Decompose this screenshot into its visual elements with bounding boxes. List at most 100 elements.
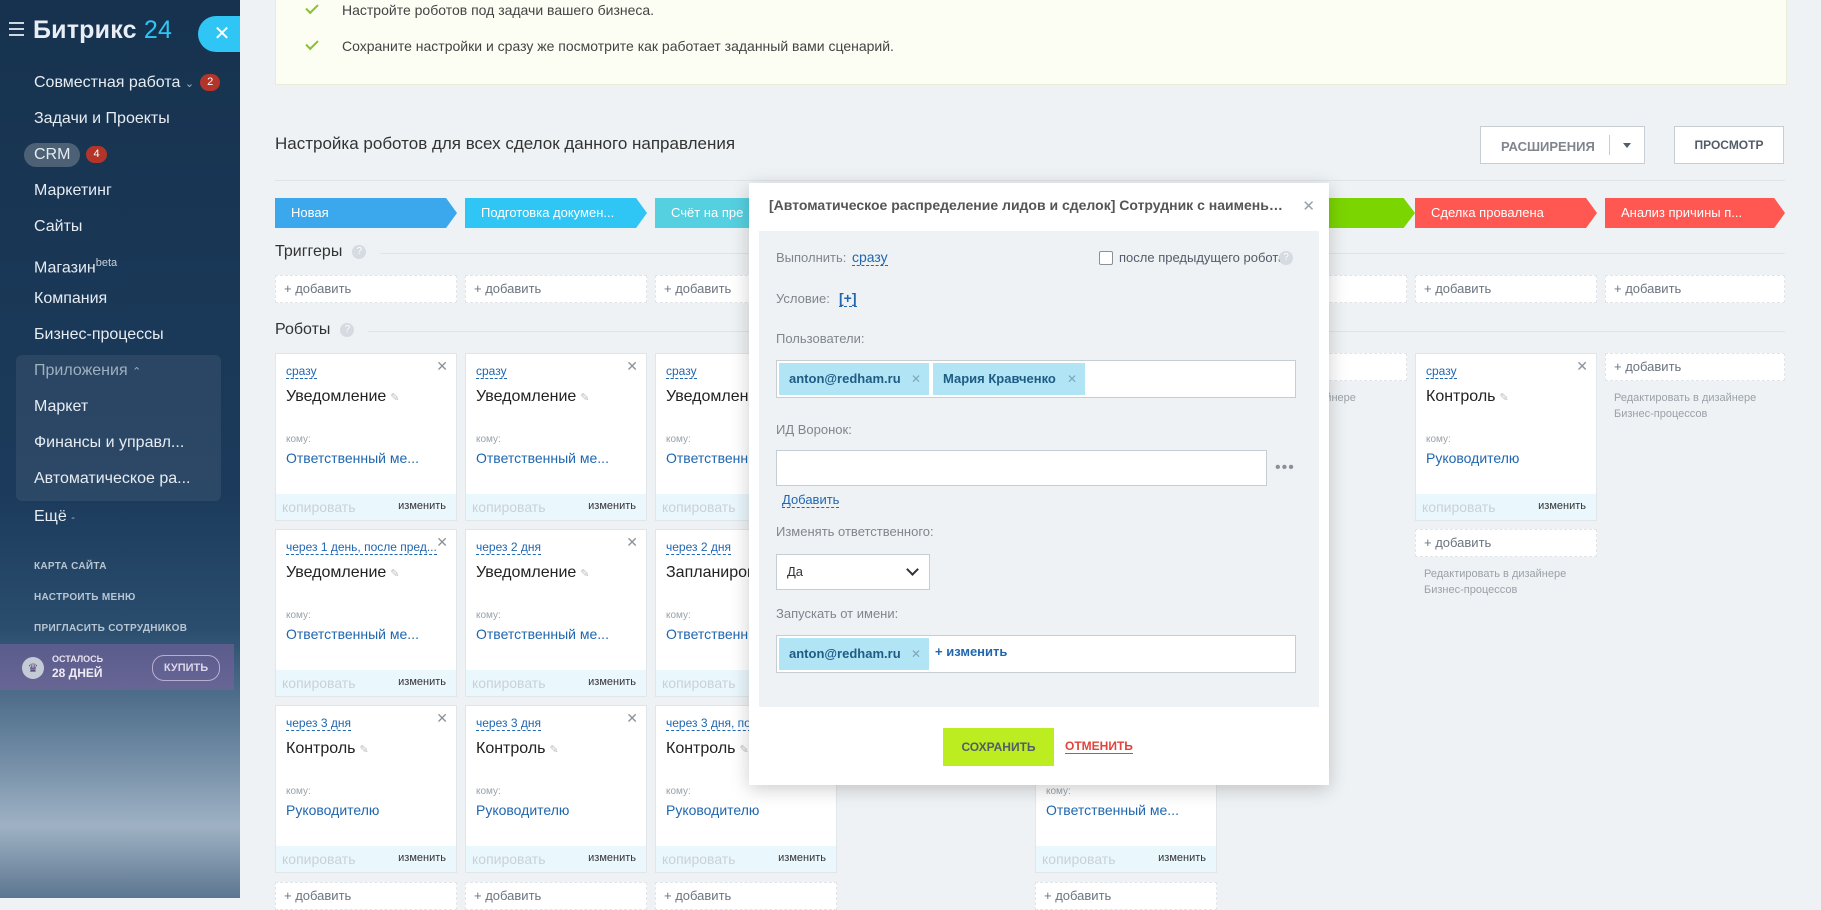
logo[interactable]: Битрикс 24 (33, 16, 172, 45)
add-condition-link[interactable]: [+] (839, 290, 857, 307)
execute-value-link[interactable]: сразу (852, 249, 888, 266)
add-robot[interactable]: + добавить (1415, 529, 1597, 557)
edit-link[interactable]: изменить (588, 852, 636, 864)
invite-link[interactable]: ПРИГЛАСИТЬ СОТРУДНИКОВ (34, 623, 187, 634)
robot-card[interactable]: сразу ✕ Контроль ✎ кому: Руководителю копирова… (1415, 353, 1597, 521)
robot-card[interactable]: сразу ✕ Уведомление ✎ кому: Ответственный ме.… (275, 353, 457, 521)
remove-icon[interactable]: ✕ (1067, 363, 1077, 395)
help-icon[interactable]: ? (352, 244, 367, 259)
nav-item-company[interactable]: Компания (0, 284, 240, 320)
add-trigger[interactable]: + добавить (1415, 275, 1597, 303)
robot-recipient[interactable]: Ответственный ме... (1046, 802, 1179, 818)
robot-recipient[interactable]: Ответственный ме... (286, 450, 419, 466)
delete-icon[interactable]: ✕ (436, 534, 448, 551)
robot-recipient[interactable]: Руководителю (666, 802, 759, 818)
robot-recipient[interactable]: Ответственный ме... (476, 626, 609, 642)
run-as-field[interactable]: anton@redham.ru ✕ + изменить (776, 635, 1296, 673)
user-tag[interactable]: Мария Кравченко ✕ (933, 363, 1085, 395)
pencil-icon[interactable]: ✎ (360, 744, 369, 756)
user-tag[interactable]: anton@redham.ru ✕ (779, 638, 929, 670)
chevron-down-icon[interactable] (1623, 143, 1631, 148)
robot-card[interactable]: через 1 день, после пред... ✕ Уведомление ✎… (275, 529, 457, 697)
nav-item-more[interactable]: Ещё - (0, 502, 240, 538)
robot-card[interactable]: через 3 дня ✕ Контроль ✎ кому: Руководителю ко… (275, 705, 457, 873)
cancel-button[interactable]: ОТМЕНИТЬ (1065, 739, 1133, 754)
delete-icon[interactable]: ✕ (626, 534, 638, 551)
copy-link[interactable]: копировать (662, 499, 736, 515)
copy-link[interactable]: копировать (662, 675, 736, 691)
robot-delay-link[interactable]: через 1 день, после пред... (286, 540, 437, 555)
pencil-icon[interactable]: ✎ (1500, 392, 1509, 404)
robot-card[interactable]: через 3 дня ✕ Контроль ✎ кому: Руководителю ко… (465, 705, 647, 873)
nav-item-sites[interactable]: Сайты (0, 212, 240, 248)
user-tag[interactable]: anton@redham.ru ✕ (779, 363, 929, 395)
robot-delay-link[interactable]: сразу (1426, 364, 1457, 379)
edit-link[interactable]: изменить (588, 676, 636, 688)
edit-link[interactable]: изменить (1538, 500, 1586, 512)
robot-card[interactable]: через 2 дня ✕ Уведомление ✎ кому: Ответственн… (465, 529, 647, 697)
edit-link[interactable]: изменить (778, 852, 826, 864)
pencil-icon[interactable]: ✎ (550, 744, 559, 756)
buy-button[interactable]: КУПИТЬ (152, 655, 220, 681)
edit-link[interactable]: изменить (398, 676, 446, 688)
robot-delay-link[interactable]: через 3 дня (286, 716, 351, 731)
change-user-link[interactable]: + изменить (935, 644, 1007, 659)
pencil-icon[interactable]: ✎ (390, 392, 399, 404)
delete-icon[interactable]: ✕ (626, 358, 638, 375)
robot-recipient[interactable]: Руководителю (476, 802, 569, 818)
copy-link[interactable]: копировать (282, 675, 356, 691)
nav-item-shop[interactable]: Магазинbeta (0, 248, 240, 284)
robot-recipient[interactable]: Ответственн (666, 450, 748, 466)
stage-failed[interactable]: Сделка провалена (1415, 198, 1597, 228)
help-icon[interactable]: ? (340, 322, 355, 337)
edit-link[interactable]: изменить (588, 500, 636, 512)
stage-docs[interactable]: Подготовка докумен... (465, 198, 647, 228)
robot-delay-link[interactable]: сразу (286, 364, 317, 379)
nav-item-market[interactable]: Маркет (0, 392, 240, 428)
add-trigger[interactable]: + добавить (275, 275, 457, 303)
designer-hint[interactable]: Редактировать в дизайнере Бизнес-процессо… (1424, 566, 1566, 598)
change-resp-select[interactable]: Да (776, 554, 930, 590)
setup-menu-link[interactable]: НАСТРОИТЬ МЕНЮ (34, 592, 136, 603)
nav-item-finance[interactable]: Финансы и управл... (0, 428, 240, 464)
add-trigger[interactable]: + добавить (1605, 275, 1785, 303)
robot-delay-link[interactable]: через 3 дня (476, 716, 541, 731)
after-prev-checkbox[interactable] (1099, 251, 1113, 265)
edit-link[interactable]: изменить (1158, 852, 1206, 864)
nav-item-apps[interactable]: Приложения ⌃ (0, 356, 240, 392)
add-robot[interactable]: + добавить (465, 882, 647, 910)
add-robot[interactable]: + добавить (275, 882, 457, 910)
save-button[interactable]: СОХРАНИТЬ (943, 728, 1054, 766)
delete-icon[interactable]: ✕ (1576, 358, 1588, 375)
preview-button[interactable]: ПРОСМОТР (1674, 126, 1784, 164)
sitemap-link[interactable]: КАРТА САЙТА (34, 561, 107, 572)
close-icon[interactable]: ✕ (198, 16, 240, 52)
add-robot[interactable]: + добавить (655, 882, 837, 910)
copy-link[interactable]: копировать (1042, 851, 1116, 867)
remove-icon[interactable]: ✕ (911, 638, 921, 670)
robot-delay-link[interactable]: сразу (666, 364, 697, 379)
nav-item-crm[interactable]: CRM 4 (0, 140, 240, 176)
copy-link[interactable]: копировать (472, 675, 546, 691)
add-funnel-link[interactable]: Добавить (782, 492, 840, 508)
pencil-icon[interactable]: ✎ (390, 568, 399, 580)
robot-recipient[interactable]: Руководителю (286, 802, 379, 818)
users-field[interactable]: anton@redham.ru ✕ Мария Кравченко ✕ (776, 360, 1296, 398)
robot-recipient[interactable]: Руководителю (1426, 450, 1519, 466)
robot-recipient[interactable]: Ответственн (666, 626, 748, 642)
copy-link[interactable]: копировать (662, 851, 736, 867)
nav-item-bp[interactable]: Бизнес-процессы (0, 320, 240, 356)
help-icon[interactable]: ? (1279, 251, 1293, 265)
robot-recipient[interactable]: Ответственный ме... (476, 450, 609, 466)
pencil-icon[interactable]: ✎ (580, 392, 589, 404)
delete-icon[interactable]: ✕ (436, 710, 448, 727)
add-trigger[interactable]: + добавить (465, 275, 647, 303)
robot-recipient[interactable]: Ответственный ме... (286, 626, 419, 642)
delete-icon[interactable]: ✕ (626, 710, 638, 727)
pencil-icon[interactable]: ✎ (740, 744, 749, 756)
copy-link[interactable]: копировать (472, 851, 546, 867)
menu-icon[interactable] (9, 22, 24, 40)
robot-delay-link[interactable]: через 2 дня (666, 540, 731, 555)
copy-link[interactable]: копировать (282, 499, 356, 515)
nav-item-marketing[interactable]: Маркетинг (0, 176, 240, 212)
